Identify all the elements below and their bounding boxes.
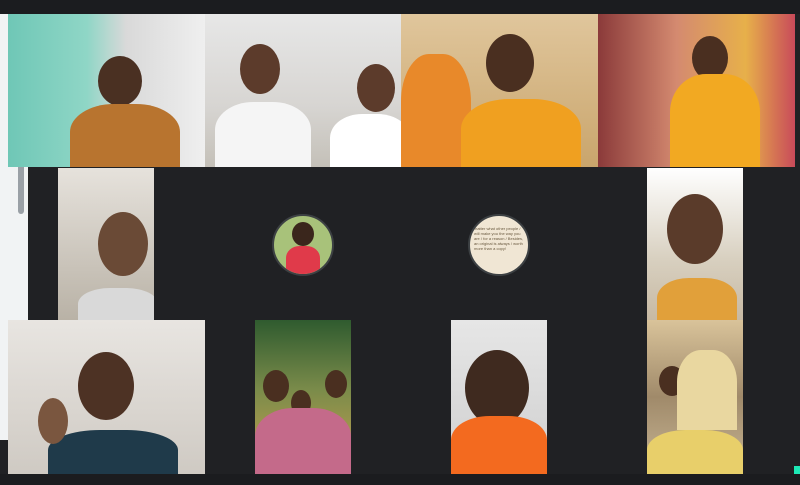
top-bar <box>0 0 800 14</box>
participant-tile-12[interactable] <box>647 320 743 474</box>
participant-tile-9[interactable] <box>8 320 205 474</box>
participant-tile-11[interactable] <box>451 320 547 474</box>
participant-avatar-6[interactable] <box>272 214 334 276</box>
participant-avatar-7[interactable]: matter what other people / will make you… <box>468 214 530 276</box>
participant-tile-4[interactable] <box>598 14 795 167</box>
participant-tile-8[interactable] <box>647 168 743 320</box>
participant-tile-5[interactable] <box>58 168 154 320</box>
participant-tile-3[interactable] <box>401 14 598 167</box>
accent-indicator <box>794 466 800 474</box>
participant-tile-2[interactable] <box>205 14 401 167</box>
participant-tile-10[interactable] <box>255 320 351 474</box>
avatar-quote-text: matter what other people / will make you… <box>474 226 524 251</box>
bottom-bar <box>0 474 800 485</box>
participant-tile-1[interactable] <box>8 14 205 167</box>
